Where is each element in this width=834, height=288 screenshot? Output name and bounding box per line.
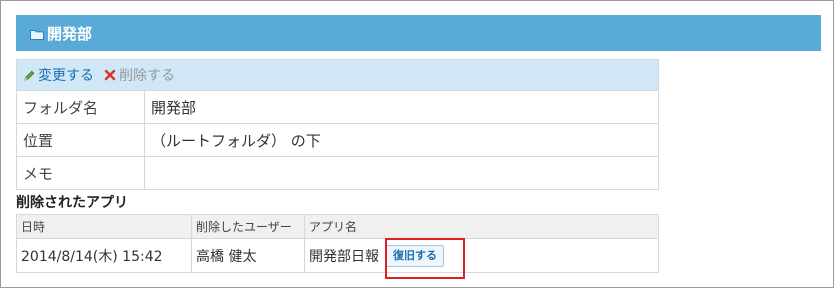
info-row-folder-name: フォルダ名 開発部 <box>16 90 659 124</box>
column-header: 日時 <box>16 214 192 239</box>
table-header-row: 日時 削除したユーザー アプリ名 <box>16 214 659 239</box>
x-icon <box>104 69 116 81</box>
info-row-memo: メモ <box>16 156 659 190</box>
delete-button[interactable]: 削除する <box>104 65 175 85</box>
page-title: 開発部 <box>47 24 93 43</box>
edit-button[interactable]: 変更する <box>23 65 94 85</box>
cell-datetime: 2014/8/14(木) 15:42 <box>16 238 192 273</box>
delete-button-label: 削除する <box>119 68 175 84</box>
pencil-icon <box>24 70 35 81</box>
toolbar: 変更する 削除する <box>16 59 659 91</box>
info-value: 開発部 <box>144 90 659 124</box>
deleted-apps-table: 日時 削除したユーザー アプリ名 2014/8/14(木) 15:42 高橋 健… <box>16 214 659 273</box>
info-row-location: 位置 （ルートフォルダ） の下 <box>16 123 659 157</box>
cell-app: 開発部日報 復旧する <box>304 238 659 273</box>
folder-header: 開発部 <box>16 15 821 51</box>
info-label: メモ <box>16 156 145 190</box>
section-title: 削除されたアプリ <box>16 195 128 211</box>
folder-info-table: 変更する 削除する フォルダ名 開発部 位置 （ルートフォルダ） の下 メモ <box>16 59 659 190</box>
info-label: フォルダ名 <box>16 90 145 124</box>
folder-icon <box>30 29 44 40</box>
app-name: 開発部日報 <box>309 248 379 265</box>
info-label: 位置 <box>16 123 145 157</box>
highlight-box <box>385 238 465 279</box>
column-header: アプリ名 <box>304 214 659 239</box>
cell-user: 高橋 健太 <box>191 238 305 273</box>
info-value: （ルートフォルダ） の下 <box>144 123 659 157</box>
table-row: 2014/8/14(木) 15:42 高橋 健太 開発部日報 復旧する <box>16 238 659 273</box>
column-header: 削除したユーザー <box>191 214 305 239</box>
info-value <box>144 156 659 190</box>
panel-frame: 開発部 変更する 削除する フォルダ名 開発部 位置 （ルートフォルダ） の下 … <box>0 0 834 288</box>
edit-button-label: 変更する <box>38 68 94 84</box>
